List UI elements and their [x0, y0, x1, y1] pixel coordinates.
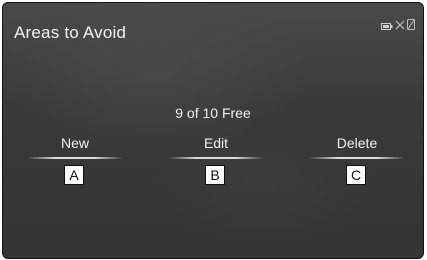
edit-button-underline: [168, 157, 264, 159]
new-button-label: New: [60, 135, 89, 151]
edit-button[interactable]: Edit: [168, 135, 264, 169]
edit-button-label: Edit: [203, 135, 229, 151]
delete-button-label: Delete: [336, 135, 378, 151]
battery-icon: [381, 17, 393, 35]
phone-icon: [407, 17, 415, 35]
free-slots-count: 9 of 10 Free: [175, 105, 251, 121]
callout-c: C: [346, 165, 366, 185]
page-title: Areas to Avoid: [14, 23, 127, 42]
new-button-underline: [27, 157, 123, 159]
signal-off-icon: [395, 17, 405, 35]
status-bar: [381, 17, 415, 35]
callout-b: B: [205, 165, 225, 185]
delete-button-underline: [309, 157, 405, 159]
new-button[interactable]: New: [27, 135, 123, 169]
navigation-screen: Areas to Avoid 9 of 10 Free New A Edit B…: [2, 2, 424, 259]
delete-button[interactable]: Delete: [309, 135, 405, 169]
callout-a: A: [64, 165, 84, 185]
